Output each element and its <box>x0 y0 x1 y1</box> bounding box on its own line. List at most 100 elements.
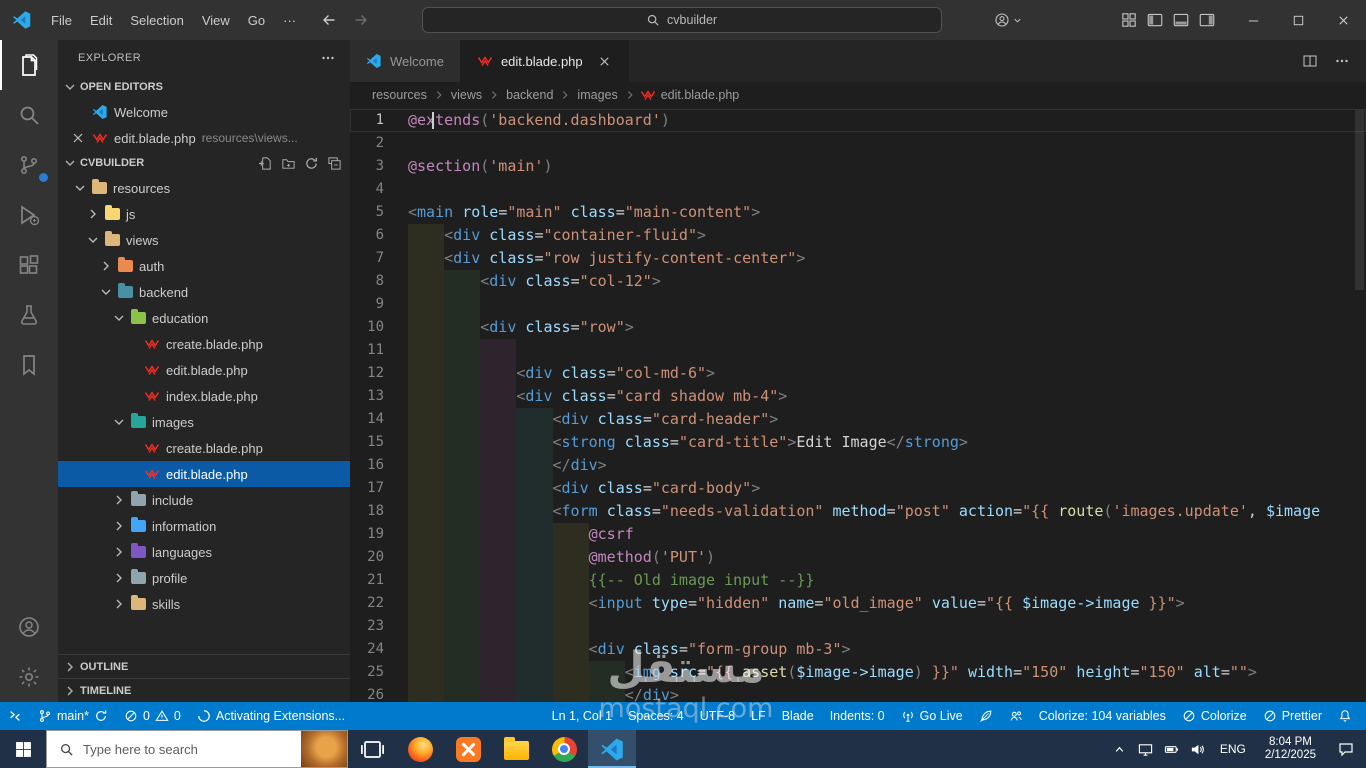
breadcrumb-views[interactable]: views <box>449 88 484 102</box>
code-line-16[interactable]: 16 </div> <box>350 454 1366 477</box>
toggle-sidebar-icon[interactable] <box>1145 10 1165 30</box>
code-line-20[interactable]: 20 @method('PUT') <box>350 546 1366 569</box>
activity-searchbig-button[interactable] <box>0 90 58 140</box>
status-colorize[interactable]: Colorize <box>1174 702 1255 730</box>
breadcrumb-backend[interactable]: backend <box>504 88 555 102</box>
code-line-26[interactable]: 26 </div> <box>350 684 1366 702</box>
status-remote-indicator[interactable] <box>0 702 30 730</box>
file-create-blade-php[interactable]: create.blade.php <box>58 331 350 357</box>
folder-auth[interactable]: auth <box>58 253 350 279</box>
hidden-icons-button[interactable] <box>1107 730 1133 768</box>
minimize-button[interactable] <box>1231 0 1276 40</box>
activity-files-button[interactable] <box>0 40 58 90</box>
folder-education[interactable]: education <box>58 305 350 331</box>
back-icon[interactable] <box>321 12 337 28</box>
code-line-18[interactable]: 18 <form class="needs-validation" method… <box>350 500 1366 523</box>
folder-views[interactable]: views <box>58 227 350 253</box>
code-line-22[interactable]: 22 <input type="hidden" name="old_image"… <box>350 592 1366 615</box>
code-line-24[interactable]: 24 <div class="form-group mb-3"> <box>350 638 1366 661</box>
project-header[interactable]: CVBUILDER <box>58 151 350 175</box>
folder-profile[interactable]: profile <box>58 565 350 591</box>
file-edit-blade-php[interactable]: edit.blade.php <box>58 357 350 383</box>
taskbar-taskview-button[interactable] <box>348 730 396 768</box>
code-line-9[interactable]: 9 <box>350 293 1366 316</box>
code-line-10[interactable]: 10 <div class="row"> <box>350 316 1366 339</box>
code-line-17[interactable]: 17 <div class="card-body"> <box>350 477 1366 500</box>
code-line-23[interactable]: 23 <box>350 615 1366 638</box>
code-line-2[interactable]: 2 <box>350 132 1366 155</box>
menu-edit[interactable]: Edit <box>81 8 121 33</box>
outline-header[interactable]: OUTLINE <box>58 654 350 678</box>
code-line-12[interactable]: 12 <div class="col-md-6"> <box>350 362 1366 385</box>
profile-button[interactable] <box>994 12 1023 28</box>
taskbar-xampp-button[interactable] <box>444 730 492 768</box>
close-button[interactable] <box>1321 0 1366 40</box>
code-line-13[interactable]: 13 <div class="card shadow mb-4"> <box>350 385 1366 408</box>
more-actions-icon[interactable] <box>320 50 336 66</box>
activity-ext-button[interactable] <box>0 240 58 290</box>
status-language-mode[interactable]: Blade <box>774 702 822 730</box>
code-line-5[interactable]: 5 <main role="main" class="main-content"> <box>350 201 1366 224</box>
maximize-button[interactable] <box>1276 0 1321 40</box>
breadcrumb-resources[interactable]: resources <box>370 88 429 102</box>
breadcrumb-images[interactable]: images <box>575 88 619 102</box>
new-file-icon[interactable] <box>258 156 273 171</box>
menu-item[interactable]: ··· <box>274 8 305 33</box>
taskbar-explorer-button[interactable] <box>492 730 540 768</box>
status-activating-extensions[interactable]: Activating Extensions... <box>189 702 353 730</box>
collapse-all-icon[interactable] <box>327 156 342 171</box>
menu-go[interactable]: Go <box>239 8 274 33</box>
open-editors-header[interactable]: OPEN EDITORS <box>58 75 350 99</box>
tab-welcome[interactable]: Welcome <box>350 40 461 82</box>
taskbar-chrome-button[interactable] <box>540 730 588 768</box>
customize-layout-icon[interactable] <box>1119 10 1139 30</box>
status-indentation[interactable]: Spaces: 4 <box>620 702 692 730</box>
command-center-search[interactable]: cvbuilder <box>421 7 942 33</box>
display-tray-icon[interactable] <box>1133 730 1159 768</box>
code-editor[interactable]: 1 @extends('backend.dashboard') 2 3 @section… <box>350 108 1366 702</box>
folder-images[interactable]: images <box>58 409 350 435</box>
status-git-branch[interactable]: main* <box>30 702 116 730</box>
folder-languages[interactable]: languages <box>58 539 350 565</box>
code-line-15[interactable]: 15 <strong class="card-title">Edit Image… <box>350 431 1366 454</box>
folder-backend[interactable]: backend <box>58 279 350 305</box>
taskbar-clock[interactable]: 8:04 PM 2/12/2025 <box>1255 736 1326 763</box>
activity-account-button[interactable] <box>0 602 58 652</box>
more-actions-icon[interactable] <box>1334 53 1350 69</box>
taskbar-vscode-button[interactable] <box>588 730 636 768</box>
new-folder-icon[interactable] <box>281 156 296 171</box>
code-line-25[interactable]: 25 <img src="{{ asset($image->image) }}"… <box>350 661 1366 684</box>
menu-view[interactable]: View <box>193 8 239 33</box>
code-line-8[interactable]: 8 <div class="col-12"> <box>350 270 1366 293</box>
code-line-21[interactable]: 21 {{-- Old image input --}} <box>350 569 1366 592</box>
file-create-blade-php[interactable]: create.blade.php <box>58 435 350 461</box>
folder-skills[interactable]: skills <box>58 591 350 617</box>
code-line-11[interactable]: 11 <box>350 339 1366 362</box>
refresh-icon[interactable] <box>304 156 319 171</box>
battery-tray-icon[interactable] <box>1159 730 1185 768</box>
code-line-19[interactable]: 19 @csrf <box>350 523 1366 546</box>
file-index-blade-php[interactable]: index.blade.php <box>58 383 350 409</box>
folder-resources[interactable]: resources <box>58 175 350 201</box>
code-line-6[interactable]: 6 <div class="container-fluid"> <box>350 224 1366 247</box>
split-editor-icon[interactable] <box>1302 53 1318 69</box>
input-language[interactable]: ENG <box>1211 742 1255 756</box>
action-center-button[interactable] <box>1326 741 1366 757</box>
code-line-14[interactable]: 14 <div class="card-header"> <box>350 408 1366 431</box>
menu-selection[interactable]: Selection <box>121 8 192 33</box>
folder-include[interactable]: include <box>58 487 350 513</box>
status-encoding[interactable]: UTF-8 <box>692 702 743 730</box>
status-indents[interactable]: Indents: 0 <box>822 702 893 730</box>
code-line-3[interactable]: 3 @section('main') <box>350 155 1366 178</box>
folder-js[interactable]: js <box>58 201 350 227</box>
status-accounts[interactable] <box>1001 702 1031 730</box>
status-colorize-count[interactable]: Colorize: 104 variables <box>1031 702 1174 730</box>
status-problems[interactable]: 00 <box>116 702 189 730</box>
file-edit-blade-php[interactable]: edit.blade.php <box>58 461 350 487</box>
status-go-live[interactable]: Go Live <box>893 702 971 730</box>
toggle-panel-icon[interactable] <box>1171 10 1191 30</box>
scrollbar[interactable] <box>1355 110 1364 290</box>
folder-information[interactable]: information <box>58 513 350 539</box>
status-cursor-position[interactable]: Ln 1, Col 1 <box>544 702 620 730</box>
code-line-4[interactable]: 4 <box>350 178 1366 201</box>
